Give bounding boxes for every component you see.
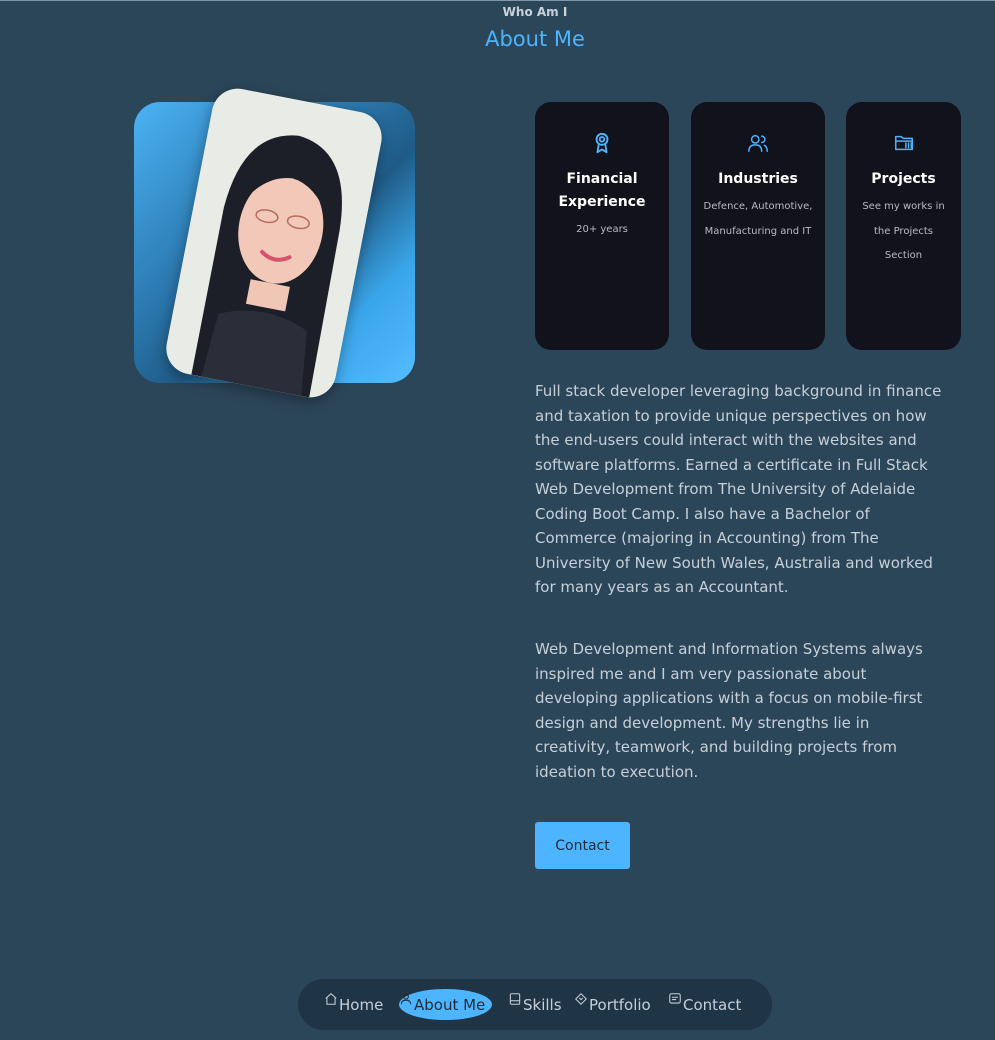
bottom-nav: Home About Me Skills Portfolio Contact [298, 979, 772, 1030]
card-desc: Defence, Automotive, Manufacturing and I… [703, 201, 813, 237]
section-kicker: Who Am I [502, 5, 568, 19]
section-title: About Me [485, 27, 585, 51]
nav-item-skills[interactable]: Skills [508, 979, 562, 1030]
nav-item-portfolio[interactable]: Portfolio [574, 979, 651, 1030]
nav-item-home[interactable]: Home [324, 979, 383, 1030]
home-icon [325, 992, 337, 1005]
card-title: Industries [718, 171, 798, 187]
about-paragraph-2: Web Development and Information Systems … [535, 640, 923, 781]
nav-label: Skills [523, 995, 562, 1014]
about-paragraph-1: Full stack developer leveraging backgrou… [535, 382, 942, 596]
card-title: Financial Experience [558, 171, 646, 210]
nav-label: Home [339, 995, 384, 1014]
nav-label: Contact [683, 995, 742, 1014]
card-title: Projects [871, 171, 936, 187]
contact-button[interactable]: Contact [535, 822, 630, 869]
card-desc: See my works in the Projects Section [862, 201, 945, 261]
tag-icon [575, 992, 587, 1005]
message-icon [669, 992, 681, 1004]
card-projects: Projects See my works in the Projects Se… [846, 102, 961, 350]
folder-icon [894, 135, 913, 151]
users-icon [748, 134, 768, 152]
card-desc: 20+ years [576, 224, 628, 235]
nav-item-contact[interactable]: Contact [668, 979, 741, 1030]
nav-label: About Me [414, 995, 486, 1014]
about-page: Who Am I About Me Financial Experience 2… [0, 0, 995, 1040]
nav-item-about-me[interactable]: About Me [399, 979, 492, 1030]
award-icon [595, 132, 609, 154]
card-industries: Industries Defence, Automotive, Manufact… [691, 102, 825, 350]
user-icon [400, 993, 412, 1004]
card-financial-experience: Financial Experience 20+ years [535, 102, 669, 350]
book-icon [509, 992, 521, 1005]
nav-label: Portfolio [589, 995, 651, 1014]
